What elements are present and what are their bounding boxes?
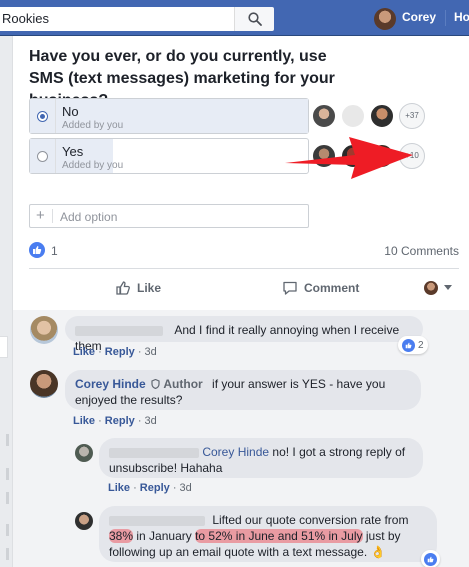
add-option-placeholder: Add option bbox=[60, 210, 118, 224]
comment-bubble: Corey Hinde Author if your answer is YES… bbox=[65, 370, 421, 410]
comment-meta: Like · Reply · 3d bbox=[73, 346, 157, 358]
comment-reply-link[interactable]: Reply bbox=[105, 415, 135, 427]
shield-icon bbox=[151, 378, 160, 390]
redacted-author-name[interactable] bbox=[109, 447, 199, 458]
option-divider bbox=[55, 99, 56, 133]
thumbs-up-icon bbox=[402, 338, 415, 352]
poll-option-label: Yes bbox=[62, 144, 84, 159]
comment-author-link[interactable]: Corey Hinde bbox=[75, 377, 146, 391]
voter-avatar[interactable] bbox=[340, 103, 366, 129]
home-link[interactable]: Ho bbox=[454, 10, 469, 24]
reactions-summary: 1 10 Comments bbox=[29, 242, 459, 262]
highlight-38-percent: 38% bbox=[109, 529, 134, 543]
post-actions-bar: Like Comment bbox=[29, 272, 459, 304]
add-option-divider bbox=[52, 209, 53, 223]
poll-radio-no[interactable] bbox=[37, 111, 48, 122]
mention-link[interactable]: Corey Hinde bbox=[202, 445, 269, 459]
comment-timestamp[interactable]: 3d bbox=[145, 346, 157, 358]
more-voters-count[interactable]: +37 bbox=[399, 103, 425, 129]
comment-like-link[interactable]: Like bbox=[73, 415, 95, 427]
left-sidebar-tick bbox=[6, 492, 9, 504]
reply-bubble: Corey Hinde no! I got a strong reply of … bbox=[99, 438, 423, 478]
comment-reply-link[interactable]: Reply bbox=[105, 346, 135, 358]
comment-like-link[interactable]: Like bbox=[73, 346, 95, 358]
like-count[interactable]: 1 bbox=[51, 244, 58, 258]
left-sidebar-edge bbox=[0, 36, 10, 567]
comment-bubble: And I find it really annoying when I rec… bbox=[65, 316, 423, 353]
poll-post-card: Have you ever, or do you currently, use … bbox=[12, 36, 469, 310]
poll-radio-yes[interactable] bbox=[37, 151, 48, 162]
search-input[interactable]: Rookies bbox=[0, 7, 234, 31]
reply-meta: Like · Reply · 3d bbox=[108, 482, 192, 494]
thumbs-up-icon[interactable] bbox=[29, 242, 45, 258]
left-sidebar-tick bbox=[6, 468, 9, 480]
profile-avatar[interactable] bbox=[374, 8, 396, 30]
reply-text-part2: in January bbox=[136, 529, 196, 543]
replier-avatar[interactable] bbox=[75, 444, 93, 462]
poll-option-added-by: Added by you bbox=[62, 160, 124, 171]
search-icon bbox=[247, 12, 262, 26]
voter-avatar[interactable] bbox=[311, 103, 337, 129]
comment-button[interactable]: Comment bbox=[282, 280, 359, 296]
reply-bubble: Lifted our quote conversion rate from 38… bbox=[99, 506, 437, 562]
poll-option-yes[interactable]: Yes Added by you bbox=[29, 138, 309, 174]
actions-divider bbox=[29, 268, 459, 269]
reaction-count: 2 bbox=[418, 339, 424, 351]
left-sidebar-tick bbox=[6, 548, 9, 560]
plus-icon: + bbox=[36, 207, 45, 224]
reply-text-part1: Lifted our quote conversion rate from bbox=[212, 513, 409, 527]
ok-hand-emoji: 👌 bbox=[370, 545, 386, 559]
commenter-avatar[interactable] bbox=[30, 370, 58, 398]
poll-option-added-by: Added by you bbox=[62, 120, 124, 131]
left-sidebar-tick bbox=[6, 434, 9, 446]
left-sidebar-tick bbox=[6, 524, 9, 536]
redacted-author-name[interactable] bbox=[109, 515, 205, 526]
poll-option-label: No bbox=[62, 104, 79, 119]
like-button[interactable]: Like bbox=[115, 280, 161, 296]
poll-option-no[interactable]: No Added by you bbox=[29, 98, 309, 134]
search-button[interactable] bbox=[234, 7, 274, 31]
left-sidebar-item[interactable] bbox=[0, 336, 8, 358]
commenter-avatar[interactable] bbox=[30, 316, 58, 344]
caret-down-icon bbox=[444, 285, 452, 290]
thumbs-up-icon bbox=[424, 552, 437, 566]
add-option-field[interactable]: + Add option bbox=[29, 204, 309, 228]
replier-avatar[interactable] bbox=[75, 512, 93, 530]
highlight-june-july: to 52% in June and 51% in July bbox=[195, 529, 363, 543]
profile-name-link[interactable]: Corey bbox=[402, 10, 436, 24]
comment-reactions[interactable]: 2 bbox=[398, 336, 428, 354]
comment-timestamp[interactable]: 3d bbox=[145, 415, 157, 427]
like-button-label: Like bbox=[137, 281, 162, 295]
top-nav-bar: Rookies Corey Ho bbox=[0, 0, 469, 36]
red-arrow-annotation bbox=[285, 137, 413, 179]
comment-meta: Like · Reply · 3d bbox=[73, 415, 157, 427]
commenter-avatar bbox=[424, 281, 438, 295]
redacted-author-name[interactable] bbox=[75, 325, 163, 336]
voter-avatar[interactable] bbox=[369, 103, 395, 129]
comments-count-link[interactable]: 10 Comments bbox=[384, 244, 459, 258]
comment-icon bbox=[283, 281, 297, 295]
reply-reply-link[interactable]: Reply bbox=[140, 482, 170, 494]
reply-like-link[interactable]: Like bbox=[108, 482, 130, 494]
author-badge: Author bbox=[163, 377, 203, 391]
reply-reactions[interactable] bbox=[421, 550, 440, 567]
nav-divider bbox=[445, 10, 446, 26]
thumbs-up-outline-icon bbox=[116, 281, 130, 295]
comments-section: And I find it really annoying when I rec… bbox=[12, 310, 469, 567]
comment-as-selector[interactable] bbox=[424, 281, 452, 295]
comment-button-label: Comment bbox=[304, 281, 360, 295]
reply-timestamp[interactable]: 3d bbox=[180, 482, 192, 494]
option-divider bbox=[55, 139, 56, 173]
